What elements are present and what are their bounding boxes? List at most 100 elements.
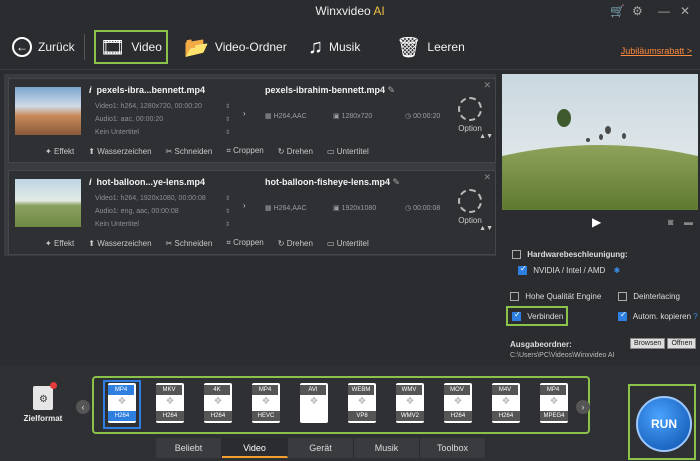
format-item-mkv[interactable]: MKV ❖ H264 (154, 383, 186, 426)
stepper-icon[interactable]: ⇕ (225, 129, 230, 136)
audio-track-info[interactable]: Audio1: eng, aac, 00:00:08 (95, 208, 179, 215)
option-label: Option (458, 124, 482, 133)
run-button[interactable]: RUN (636, 396, 692, 452)
clear-label: Leeren (427, 40, 465, 54)
video-track-info[interactable]: Video1: h264, 1920x1080, 00:00:08 (95, 195, 206, 202)
format-bottom-label: H264 (156, 411, 184, 421)
reorder-arrows-icon[interactable]: ▲▼ (479, 133, 493, 140)
deinterlacing-row[interactable]: Deinterlacing (618, 292, 680, 302)
help-icon[interactable]: ? (693, 312, 697, 321)
audio-track-info[interactable]: Audio1: aac, 00:00:20 (95, 116, 163, 123)
remove-file-icon[interactable]: ✕ (483, 172, 491, 183)
arrow-right-icon: › (243, 201, 246, 210)
tab-music[interactable]: Musik (354, 438, 420, 458)
output-file-name[interactable]: pexels-ibrahim-bennett.mp4 ✎ (265, 85, 395, 96)
music-add-icon: ♫ (308, 35, 323, 58)
open-folder-button[interactable]: Öffnen (667, 338, 697, 349)
format-item-avi[interactable]: AVI ❖ (298, 383, 330, 426)
format-item-4k[interactable]: 4K ❖ H264 (202, 383, 234, 426)
add-video-button[interactable]: 🎞 Video (94, 30, 168, 64)
watermark-button[interactable]: ⬆ Wasserzeichen (88, 239, 151, 248)
cut-button[interactable]: ✂ Schneiden (166, 147, 213, 156)
output-duration-text: 00:00:08 (413, 205, 441, 212)
tab-toolbox[interactable]: Toolbox (420, 438, 486, 458)
promo-link[interactable]: Jubiläumsrabatt > (621, 46, 692, 56)
subtitle-button[interactable]: ▭ Untertitel (327, 239, 369, 248)
gpu-settings-icon[interactable]: ✱ (614, 266, 621, 275)
output-folder-path[interactable]: C:\Users\PC\Videos\Winxvideo AI (510, 352, 615, 359)
gear-icon[interactable]: ⚙ (632, 4, 643, 18)
browse-button[interactable]: Browsen (630, 338, 666, 349)
scroll-left-icon[interactable]: ‹ (76, 400, 90, 414)
film-icon: ❖ (165, 396, 175, 407)
minimize-icon[interactable]: — (658, 4, 670, 18)
tab-device[interactable]: Gerät (288, 438, 354, 458)
format-item-wmv[interactable]: WMV ❖ WMV2 (394, 383, 426, 426)
gpu-checkbox[interactable] (518, 264, 527, 276)
clear-button[interactable]: 🗑 Leeren (396, 30, 465, 64)
merge-row[interactable]: Verbinden (506, 306, 568, 326)
auto-copy-checkbox[interactable] (618, 310, 627, 322)
reorder-arrows-icon[interactable]: ▲▼ (479, 225, 493, 232)
crop-button[interactable]: ⌗ Croppen (226, 146, 263, 156)
gpu-row[interactable]: NVIDIA / Intel / AMD ✱ (518, 264, 621, 276)
video-track-info[interactable]: Video1: h264, 1280x720, 00:00:20 (95, 103, 202, 110)
deinterlacing-checkbox[interactable] (618, 292, 627, 302)
camera-icon[interactable]: ◙ (668, 217, 673, 227)
edit-pencil-icon[interactable]: ✎ (393, 177, 401, 187)
back-button[interactable]: ← Zurück (12, 30, 75, 64)
stepper-icon[interactable]: ⇕ (225, 208, 230, 215)
subtitle-info[interactable]: Kein Untertitel (95, 129, 139, 136)
merge-checkbox[interactable] (512, 310, 521, 322)
scroll-right-icon[interactable]: › (576, 400, 590, 414)
hq-engine-checkbox[interactable] (510, 292, 519, 302)
info-icon[interactable]: i (89, 177, 92, 187)
preview-controls: ▶ ◙ ▬ (502, 212, 698, 234)
target-format-button[interactable]: ⚙ Zielformat (18, 382, 68, 423)
subtitle-info[interactable]: Kein Untertitel (95, 221, 139, 228)
stepper-icon[interactable]: ⇕ (225, 195, 230, 202)
crop-button[interactable]: ⌗ Croppen (226, 238, 263, 248)
add-video-folder-button[interactable]: 📂 Video-Ordner (184, 30, 287, 64)
output-file-name[interactable]: hot-balloon-fisheye-lens.mp4 ✎ (265, 177, 400, 188)
format-item-webm[interactable]: WEBM ❖ VP8 (346, 383, 378, 426)
file-card[interactable]: ✕ i pexels-ibra...bennett.mp4 Video1: h2… (8, 78, 496, 163)
tab-popular[interactable]: Beliebt (156, 438, 222, 458)
auto-copy-row[interactable]: Autom. kopieren ? (618, 310, 698, 322)
stepper-icon[interactable]: ⇕ (225, 221, 230, 228)
cut-button[interactable]: ✂ Schneiden (166, 239, 213, 248)
close-icon[interactable]: ✕ (680, 4, 690, 18)
option-button[interactable]: Option (457, 189, 483, 229)
video-preview[interactable] (502, 74, 698, 210)
rotate-button[interactable]: ↻ Drehen (278, 239, 313, 248)
format-item-mp4-hevc[interactable]: MP4 ❖ HEVC (250, 383, 282, 426)
effect-button[interactable]: ✦ Effekt (45, 147, 74, 156)
folder-icon[interactable]: ▬ (684, 217, 693, 227)
info-icon[interactable]: i (89, 85, 92, 95)
file-card[interactable]: ✕ i hot-balloon...ye-lens.mp4 Video1: h2… (8, 170, 496, 255)
tab-video[interactable]: Video (222, 438, 288, 458)
effect-button[interactable]: ✦ Effekt (45, 239, 74, 248)
toolbar-divider (84, 34, 85, 60)
format-item-mp4-h264[interactable]: MP4 ❖ H264 (103, 380, 141, 429)
trash-icon: 🗑 (396, 36, 422, 59)
watermark-button[interactable]: ⬆ Wasserzeichen (88, 147, 151, 156)
subtitle-button[interactable]: ▭ Untertitel (327, 147, 369, 156)
format-item-mov[interactable]: MOV ❖ H264 (442, 383, 474, 426)
stepper-icon[interactable]: ⇕ (225, 103, 230, 110)
remove-file-icon[interactable]: ✕ (483, 80, 491, 91)
codec-gear-icon (458, 189, 482, 213)
add-music-button[interactable]: ♫ Musik (308, 30, 360, 64)
option-button[interactable]: Option (457, 97, 483, 137)
play-icon[interactable]: ▶ (592, 215, 601, 229)
hw-accel-checkbox[interactable] (512, 250, 521, 260)
format-item-m4v[interactable]: M4V ❖ H264 (490, 383, 522, 426)
cart-icon[interactable]: 🛒 (610, 4, 625, 18)
stepper-icon[interactable]: ⇕ (225, 116, 230, 123)
format-item-mp4-mpeg4[interactable]: MP4 ❖ MPEG4 (538, 383, 570, 426)
hw-accel-row[interactable]: Hardwarebeschleunigung: (512, 250, 628, 260)
hq-engine-row[interactable]: Hohe Qualität Engine (510, 292, 601, 302)
rotate-button[interactable]: ↻ Drehen (278, 147, 313, 156)
format-page: AVI ❖ (300, 383, 328, 423)
edit-pencil-icon[interactable]: ✎ (388, 85, 396, 95)
